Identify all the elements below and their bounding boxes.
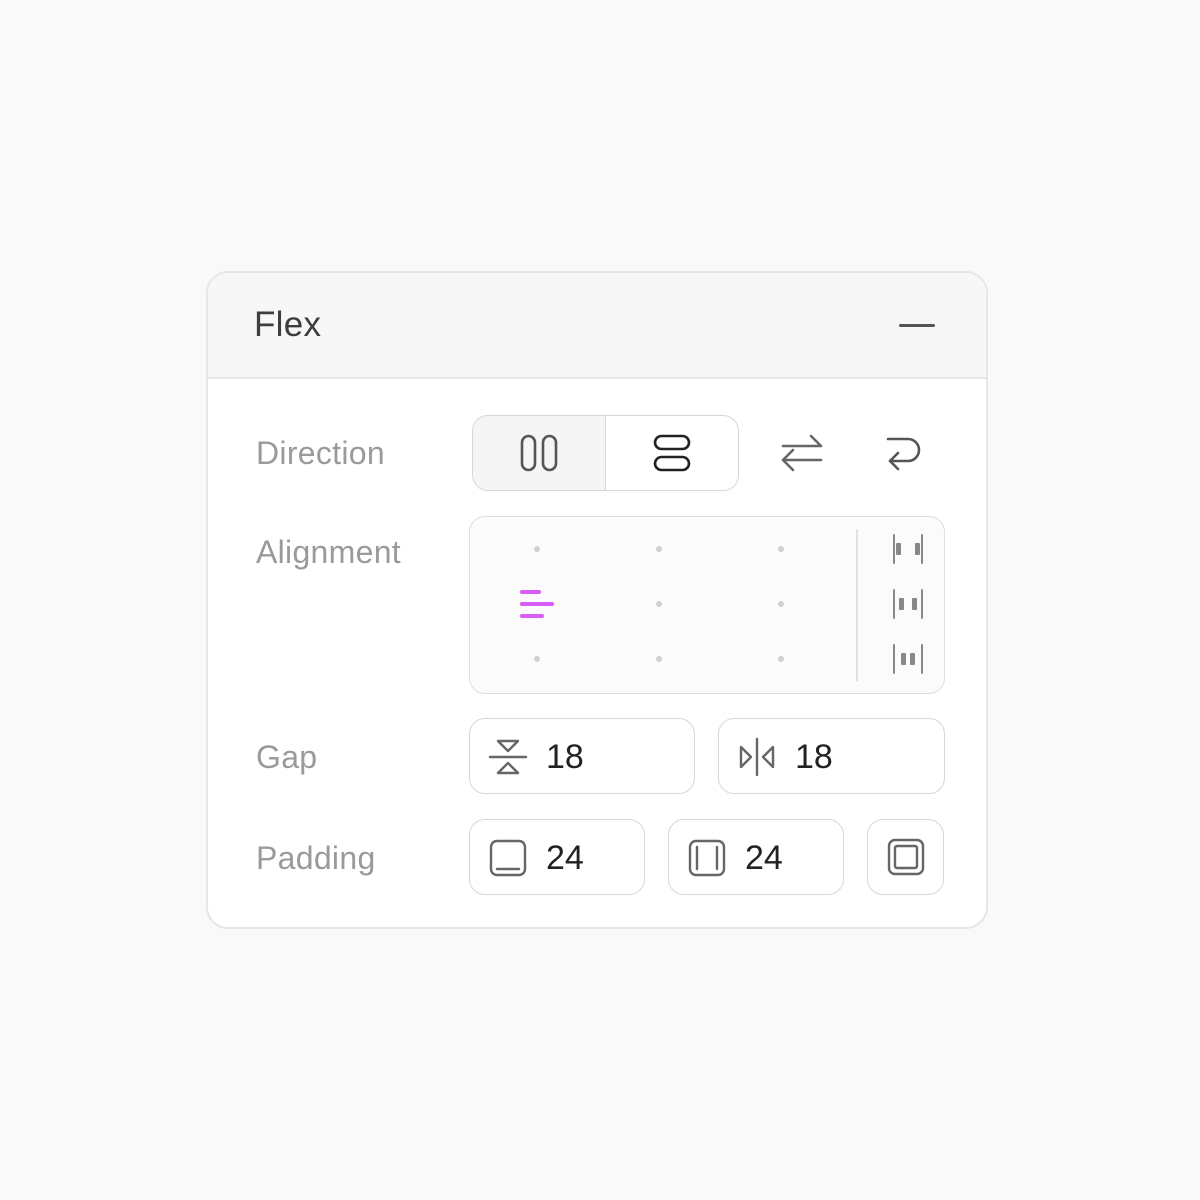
reverse-direction-button[interactable] — [773, 423, 833, 483]
align-dot — [534, 656, 540, 662]
flex-panel: Flex Direction Alignment Gap 18 18 Paddi… — [206, 271, 988, 929]
align-dot — [778, 656, 784, 662]
align-dot — [656, 601, 662, 607]
align-dot — [778, 601, 784, 607]
padding-vertical-icon — [489, 839, 527, 877]
alignment-grid — [469, 516, 945, 694]
gap-label: Gap — [256, 739, 318, 775]
rows-icon — [653, 434, 690, 472]
space-between-icon — [893, 534, 923, 564]
align-dot — [534, 546, 540, 552]
swap-arrows-icon — [781, 434, 823, 472]
align-bottom-center[interactable] — [629, 637, 689, 681]
padding-horizontal-field[interactable]: 24 — [668, 819, 844, 895]
align-left-lines-icon — [520, 590, 554, 618]
padding-all-icon — [887, 838, 924, 876]
align-middle-center[interactable] — [629, 582, 689, 626]
direction-column-option[interactable] — [605, 416, 738, 490]
direction-row-option[interactable] — [473, 416, 606, 490]
align-middle-right[interactable] — [751, 582, 811, 626]
row-gap-field[interactable]: 18 — [469, 718, 695, 794]
distribute-space-between-button[interactable] — [878, 527, 938, 571]
space-around-icon — [893, 589, 923, 619]
alignment-label: Alignment — [256, 534, 401, 570]
padding-label: Padding — [256, 840, 376, 876]
align-bottom-right[interactable] — [751, 637, 811, 681]
column-gap-field[interactable]: 18 — [718, 718, 945, 794]
align-dot — [778, 546, 784, 552]
collapse-button[interactable] — [886, 309, 946, 343]
direction-toggle — [472, 415, 739, 491]
panel-title: Flex — [254, 305, 322, 344]
padding-horizontal-value: 24 — [745, 839, 783, 877]
align-bottom-left[interactable] — [507, 637, 567, 681]
columns-icon — [520, 434, 558, 472]
align-middle-left[interactable] — [507, 582, 567, 626]
wrap-arrow-icon — [886, 437, 921, 471]
align-top-right[interactable] — [751, 527, 811, 571]
align-dot — [656, 656, 662, 662]
wrap-button[interactable] — [874, 423, 934, 483]
distribute-space-around-button[interactable] — [878, 582, 938, 626]
column-gap-value: 18 — [795, 738, 833, 776]
align-top-center[interactable] — [629, 527, 689, 571]
align-dot — [656, 546, 662, 552]
padding-vertical-field[interactable]: 24 — [469, 819, 645, 895]
distribute-space-evenly-button[interactable] — [878, 637, 938, 681]
alignment-divider — [856, 529, 858, 681]
padding-all-sides-button[interactable] — [867, 819, 944, 895]
padding-vertical-value: 24 — [546, 839, 584, 877]
space-evenly-icon — [893, 644, 923, 674]
row-gap-value: 18 — [546, 738, 584, 776]
row-gap-icon — [488, 739, 528, 775]
padding-horizontal-icon — [688, 839, 726, 877]
column-gap-icon — [739, 737, 775, 777]
minus-icon — [899, 324, 935, 327]
panel-header: Flex — [208, 273, 986, 379]
align-top-left[interactable] — [507, 527, 567, 571]
direction-label: Direction — [256, 435, 385, 471]
